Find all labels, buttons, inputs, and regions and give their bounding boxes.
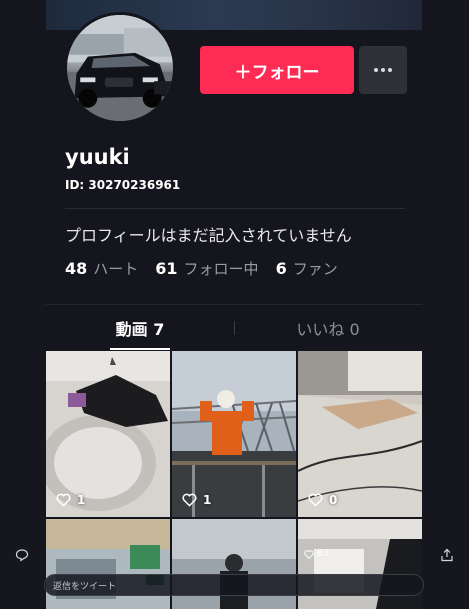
video-likes: 63 (304, 549, 328, 559)
video-likes: 1 (182, 493, 211, 507)
active-tab-indicator (110, 348, 170, 350)
stat-following-value: 61 (155, 259, 178, 278)
stat-hearts-value: 48 (65, 259, 88, 278)
video-thumbnail[interactable]: 1 (46, 351, 170, 517)
embed-frame: ＋フォロー yuuki ID: 30270236961 プロフィールはまだ記入さ… (0, 0, 469, 609)
heart-outline-icon (182, 493, 197, 507)
stat-hearts-label: ハート (93, 260, 139, 278)
profile-tabs: 動画 7 いいね 0 (46, 305, 422, 350)
video-thumbnail[interactable]: 0 (298, 351, 422, 517)
video-grid: 1 1 0 63 (46, 351, 422, 609)
more-horizontal-icon (374, 68, 392, 72)
heart-outline-icon (308, 493, 323, 507)
heart-outline-icon (56, 493, 71, 507)
avatar-car-photo (67, 15, 173, 121)
video-likes-count: 1 (77, 493, 86, 507)
stats-row: 48 ハート 61 フォロー中 6 ファン (65, 258, 355, 279)
stat-fans[interactable]: 6 ファン (276, 258, 338, 279)
stat-fans-label: ファン (292, 260, 338, 278)
video-likes: 1 (56, 493, 85, 507)
follow-button[interactable]: ＋フォロー (200, 46, 354, 94)
tweet-reply-placeholder: 返信をツイート (53, 581, 117, 592)
avatar[interactable] (64, 12, 176, 124)
video-likes-count: 63 (317, 549, 329, 559)
tab-videos[interactable]: 動画 7 (46, 305, 234, 350)
divider (65, 208, 405, 209)
tab-likes[interactable]: いいね 0 (234, 305, 422, 350)
video-likes-count: 1 (203, 493, 212, 507)
stat-following[interactable]: 61 フォロー中 (155, 258, 258, 279)
share-icon[interactable] (440, 548, 454, 562)
stat-fans-value: 6 (275, 259, 287, 278)
reply-icon[interactable] (15, 548, 29, 562)
video-likes-count: 0 (329, 493, 338, 507)
more-options-button[interactable] (359, 46, 407, 94)
heart-outline-icon (304, 549, 314, 559)
stat-following-label: フォロー中 (183, 260, 259, 278)
tweet-reply-input[interactable]: 返信をツイート (44, 574, 424, 596)
profile-card: ＋フォロー yuuki ID: 30270236961 プロフィールはまだ記入さ… (46, 0, 422, 609)
video-likes: 0 (308, 493, 337, 507)
user-id: ID: 30270236961 (65, 178, 181, 192)
stat-hearts: 48 ハート (65, 258, 138, 279)
video-thumbnail[interactable]: 1 (172, 351, 296, 517)
bio-text: プロフィールはまだ記入されていません (65, 226, 352, 245)
username: yuuki (65, 145, 130, 169)
